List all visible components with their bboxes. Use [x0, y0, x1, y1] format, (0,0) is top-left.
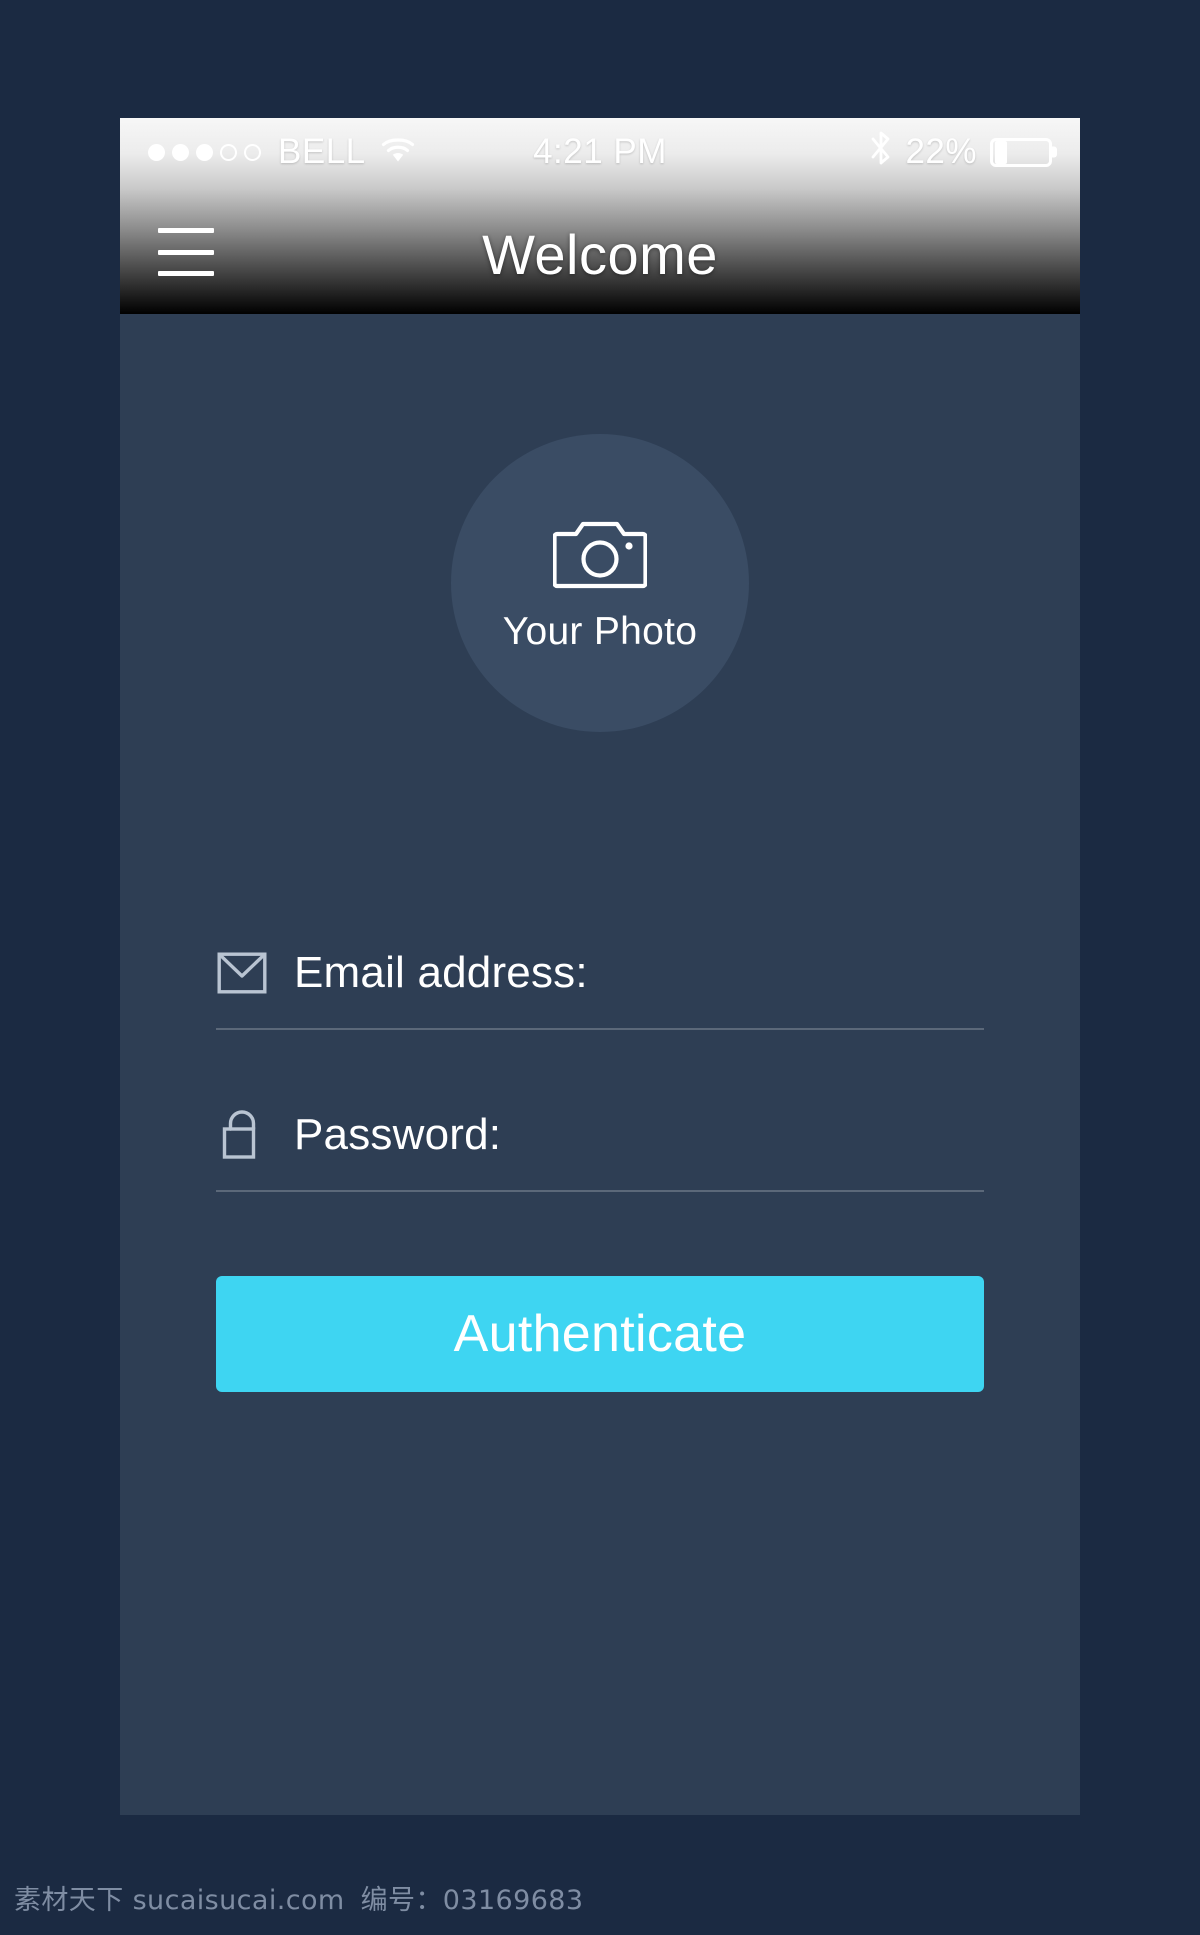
avatar-label: Your Photo: [502, 609, 698, 653]
watermark-id-label: 编号：: [360, 1885, 443, 1916]
password-input[interactable]: [527, 1111, 984, 1159]
lock-icon: [216, 1109, 268, 1161]
status-bar-left: BELL: [148, 132, 415, 172]
signal-strength-dots: [148, 143, 261, 161]
bluetooth-icon: [870, 129, 892, 176]
email-input[interactable]: [613, 949, 984, 997]
battery-percent-label: 22%: [905, 132, 977, 171]
watermark-site-url: sucaisucai.com: [132, 1885, 345, 1916]
signal-dot-filled: [172, 143, 189, 161]
watermark: 素材天下 sucaisucai.com 编号：03169683: [14, 1878, 583, 1917]
watermark-site-cn: 素材天下: [14, 1885, 124, 1916]
authenticate-button[interactable]: Authenticate: [216, 1276, 984, 1392]
phone-screen: BELL 4:21 PM 22% Welcome Your Photo Emai…: [120, 118, 1080, 1815]
battery-fill-level: [995, 140, 1008, 164]
page-title: Welcome: [482, 223, 718, 286]
status-bar: BELL 4:21 PM 22%: [120, 118, 1080, 186]
signal-dot-filled: [196, 143, 213, 161]
watermark-id-value: 03169683: [442, 1885, 584, 1916]
email-field-label: Email address:: [294, 948, 588, 997]
envelope-icon: [216, 947, 268, 999]
email-field-row[interactable]: Email address:: [216, 918, 984, 1030]
navigation-bar: BELL 4:21 PM 22% Welcome: [120, 118, 1080, 314]
signal-dot-empty: [244, 143, 261, 161]
page-background: BELL 4:21 PM 22% Welcome Your Photo Emai…: [0, 0, 1200, 1935]
status-bar-right: 22%: [870, 129, 1052, 176]
signal-dot-empty: [220, 143, 237, 161]
carrier-label: BELL: [278, 132, 366, 171]
wifi-icon: [381, 132, 415, 172]
camera-icon: [552, 513, 648, 596]
password-field-row[interactable]: Password:: [216, 1080, 984, 1192]
signal-dot-filled: [148, 143, 165, 161]
battery-icon: [990, 137, 1052, 167]
password-field-label: Password:: [294, 1110, 502, 1159]
main-content: Your Photo Email address: Password: Auth…: [120, 314, 1080, 1815]
avatar-photo-picker[interactable]: Your Photo: [451, 434, 749, 732]
